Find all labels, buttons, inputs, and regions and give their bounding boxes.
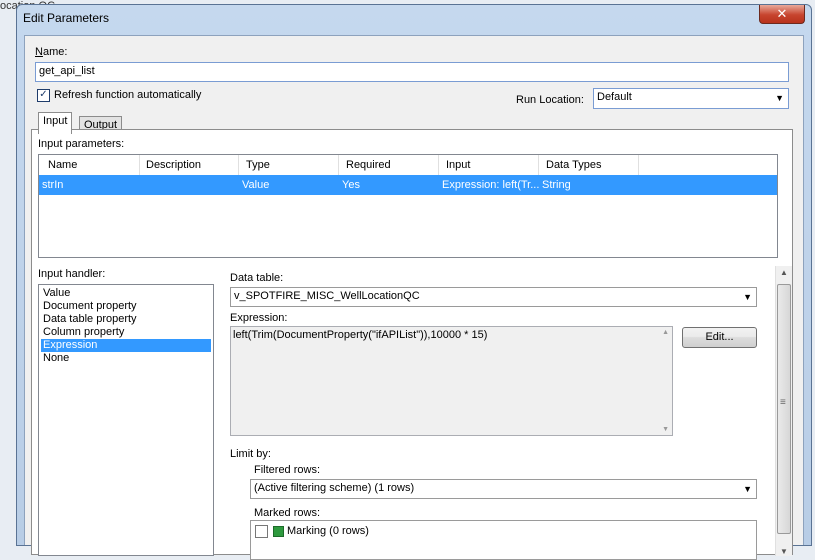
marking-label: Marking (0 rows)	[287, 525, 369, 537]
edit-parameters-dialog: Edit Parameters ✕ Name: get_api_list ✓ R…	[16, 4, 812, 560]
refresh-checkbox[interactable]: ✓	[37, 89, 50, 102]
dialog-title: Edit Parameters	[23, 11, 110, 25]
list-item[interactable]: Column property	[41, 326, 211, 339]
scroll-down-icon[interactable]: ▼	[662, 426, 669, 433]
run-location-label: Run Location:	[516, 94, 584, 106]
cell-data-types: String	[542, 179, 571, 191]
list-item[interactable]: Data table property	[41, 313, 211, 326]
marked-rows-list[interactable]: Marking (0 rows)	[250, 520, 757, 560]
expression-label: Expression:	[230, 312, 288, 324]
run-location-value: Default	[597, 91, 632, 103]
data-table-value: v_SPOTFIRE_MISC_WellLocationQC	[234, 290, 420, 302]
refresh-label: Refresh function automatically	[54, 89, 202, 101]
list-item-selected[interactable]: Expression	[41, 339, 211, 352]
scroll-up-icon[interactable]: ▲	[662, 329, 669, 336]
column-header-description[interactable]: Description	[146, 159, 201, 171]
table-row[interactable]: strIn Value Yes Expression: left(Tr... S…	[39, 175, 777, 195]
cell-type: Value	[242, 179, 270, 191]
chevron-down-icon: ▼	[775, 93, 784, 103]
filtered-rows-value: (Active filtering scheme) (1 rows)	[254, 482, 415, 494]
marking-color-swatch	[273, 526, 284, 537]
filtered-rows-label: Filtered rows:	[254, 464, 321, 476]
cell-name: strIn	[42, 179, 64, 191]
column-header-required[interactable]: Required	[346, 159, 391, 171]
marked-rows-label: Marked rows:	[254, 507, 321, 519]
grip-icon: ≡	[780, 397, 786, 408]
data-table-label: Data table:	[230, 272, 284, 284]
close-icon: ✕	[776, 6, 788, 21]
input-handler-label: Input handler:	[38, 268, 106, 280]
column-header-input[interactable]: Input	[446, 159, 470, 171]
expression-text: left(Trim(DocumentProperty("ifAPIList"))…	[233, 329, 488, 341]
marking-checkbox[interactable]	[255, 525, 268, 538]
cell-required: Yes	[342, 179, 360, 191]
chevron-down-icon: ▼	[743, 484, 752, 494]
column-header-type[interactable]: Type	[246, 159, 270, 171]
chevron-down-icon: ▼	[743, 292, 752, 302]
input-tab-panel: Input parameters: Name Description Type …	[31, 129, 793, 560]
expression-textarea[interactable]: left(Trim(DocumentProperty("ifAPIList"))…	[230, 326, 673, 436]
table-header: Name Description Type Required Input Dat…	[39, 155, 777, 176]
cell-input: Expression: left(Tr...	[442, 179, 540, 191]
input-parameters-table[interactable]: Name Description Type Required Input Dat…	[38, 154, 778, 258]
panel-scrollbar[interactable]: ▲ ≡ ▼	[775, 266, 792, 556]
input-parameters-label: Input parameters:	[38, 138, 125, 150]
list-item[interactable]: Value	[41, 287, 211, 300]
scrollbar-thumb[interactable]: ≡	[777, 284, 791, 534]
name-label-text: ame:	[42, 46, 68, 58]
name-label: Name:	[35, 46, 68, 58]
column-header-data-types[interactable]: Data Types	[546, 159, 601, 171]
data-table-select[interactable]: v_SPOTFIRE_MISC_WellLocationQC ▼	[230, 287, 757, 307]
check-icon: ✓	[39, 89, 48, 100]
list-item[interactable]: Document property	[41, 300, 211, 313]
list-item[interactable]: None	[41, 352, 211, 365]
tab-input[interactable]: Input	[38, 112, 73, 134]
column-header-name[interactable]: Name	[48, 159, 77, 171]
limit-by-label: Limit by:	[230, 448, 271, 460]
filtered-rows-select[interactable]: (Active filtering scheme) (1 rows) ▼	[250, 479, 757, 499]
input-handler-list[interactable]: Value Document property Data table prope…	[38, 284, 214, 556]
run-location-select[interactable]: Default ▼	[593, 88, 789, 109]
scroll-up-icon[interactable]: ▲	[776, 268, 792, 277]
edit-button[interactable]: Edit...	[682, 327, 757, 348]
title-bar[interactable]: Edit Parameters ✕	[17, 5, 811, 31]
name-input[interactable]: get_api_list	[35, 62, 789, 82]
close-button[interactable]: ✕	[759, 5, 805, 24]
scroll-down-icon[interactable]: ▼	[776, 547, 792, 556]
